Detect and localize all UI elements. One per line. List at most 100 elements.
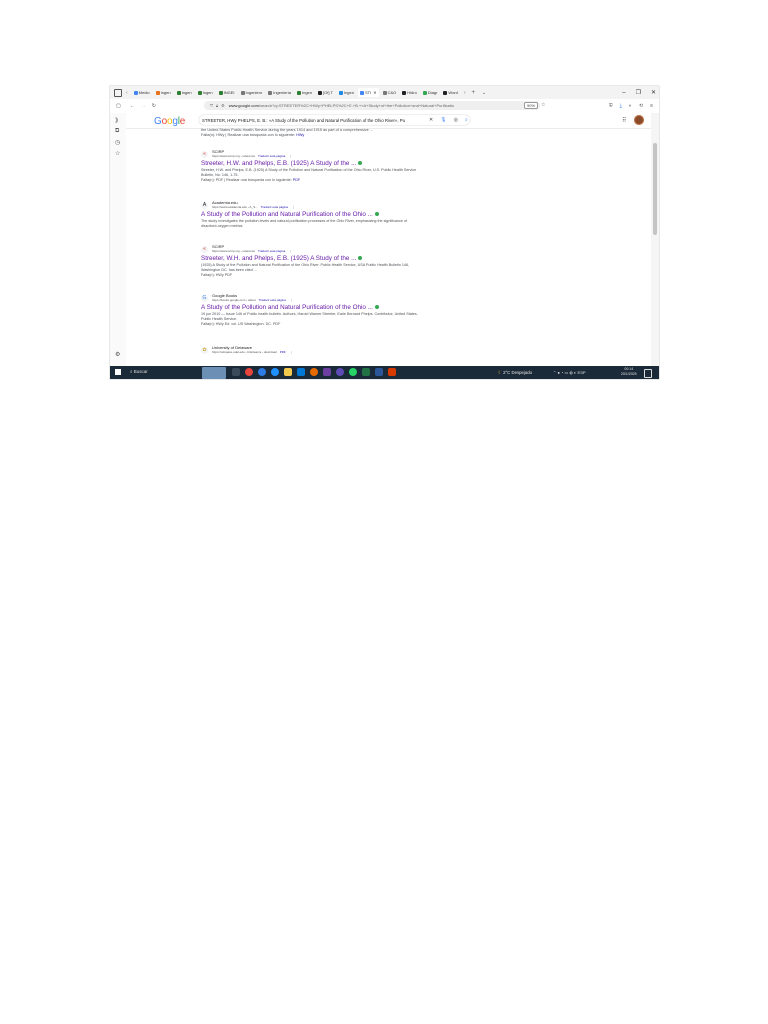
weather-widget[interactable]: ☾ 2°C Despejado bbox=[498, 370, 532, 376]
lock-icon[interactable]: 🔒︎ bbox=[216, 103, 218, 108]
tab[interactable]: Ingen bbox=[295, 88, 314, 97]
notifications-icon[interactable] bbox=[644, 369, 652, 378]
tab-favicon-icon bbox=[359, 90, 364, 95]
missing-link[interactable]: PDF bbox=[293, 178, 300, 182]
menu-icon[interactable]: ≡ bbox=[650, 103, 653, 109]
avatar[interactable] bbox=[634, 115, 644, 125]
store-icon[interactable] bbox=[297, 368, 305, 376]
result-source[interactable]: «SCIRP https://www.scirp.org › reference T… bbox=[201, 244, 421, 253]
microphone-icon[interactable]: 🎙︎ bbox=[440, 117, 446, 123]
missing-link[interactable]: HWy bbox=[296, 133, 304, 137]
tab-scroll-right-icon[interactable]: › bbox=[464, 90, 466, 96]
brave-icon[interactable] bbox=[245, 368, 253, 376]
tab-label: Ingen bbox=[343, 90, 354, 95]
word-icon[interactable] bbox=[375, 368, 383, 376]
tab[interactable]: Ingen bbox=[196, 88, 215, 97]
tab[interactable]: INGEI bbox=[217, 88, 237, 97]
translate-link[interactable]: Traducir esta página bbox=[261, 205, 288, 209]
teams-icon[interactable] bbox=[323, 368, 331, 376]
restore-icon[interactable]: ❐ bbox=[636, 89, 641, 96]
favorites-icon[interactable]: ☆ bbox=[115, 150, 120, 157]
more-options-icon[interactable]: ⋮ bbox=[290, 350, 293, 354]
result-source[interactable]: ✿ University of Delaware https://udspace.u… bbox=[201, 345, 421, 354]
tab[interactable]: Medio bbox=[132, 88, 152, 97]
language-indicator[interactable]: ESP bbox=[578, 370, 586, 375]
search-icon[interactable]: ⌕ bbox=[465, 117, 468, 123]
clear-icon[interactable]: ✕ bbox=[429, 117, 433, 123]
shield-extension-icon[interactable]: ⛨ bbox=[609, 103, 613, 109]
close-tab-icon[interactable]: ✕ bbox=[373, 90, 376, 95]
tab[interactable]: Ingen bbox=[337, 88, 356, 97]
system-tray[interactable]: ⌃ ● ◔ ▭ ◍ 🔈︎ ESP bbox=[553, 370, 586, 375]
tab[interactable]: Hidro bbox=[400, 88, 419, 97]
reload-icon[interactable]: ↻ bbox=[152, 103, 156, 109]
windows-start-icon[interactable] bbox=[115, 369, 121, 375]
shield-icon[interactable]: ⛉ bbox=[210, 103, 213, 108]
acrobat-icon[interactable] bbox=[388, 368, 396, 376]
address-bar[interactable]: ⛉ 🔒︎ ⚙ www.google.com /search?q=STREETER… bbox=[204, 101, 540, 110]
zoom-level[interactable]: 90% bbox=[524, 102, 539, 109]
result-source[interactable]: G Google Books https://books.google.com › … bbox=[201, 293, 421, 302]
file-explorer-icon[interactable] bbox=[284, 368, 292, 376]
tab[interactable]: Ingeniería bbox=[266, 88, 293, 97]
more-options-icon[interactable]: ⋮ bbox=[290, 298, 293, 302]
extensions-icon[interactable]: ⟲ bbox=[639, 103, 643, 109]
tab[interactable]: Ingeniero bbox=[239, 88, 265, 97]
bookmark-star-icon[interactable]: ☆ bbox=[541, 102, 545, 108]
tab-scroll-left-icon[interactable]: ‹ bbox=[126, 90, 128, 96]
download-icon[interactable]: ⤓ bbox=[620, 103, 622, 109]
firefox-icon[interactable] bbox=[310, 368, 318, 376]
ai-icon[interactable]: ⟫ bbox=[115, 117, 118, 124]
result-title-link[interactable]: A Study of the Pollution and Natural Pur… bbox=[201, 304, 421, 312]
tab[interactable]: C&O bbox=[381, 88, 399, 97]
more-options-icon[interactable]: ⋮ bbox=[289, 249, 292, 253]
settings-icon[interactable]: ⚙ bbox=[115, 351, 120, 358]
tab-favicon-icon bbox=[197, 90, 202, 95]
tab[interactable]: Ingen bbox=[154, 88, 173, 97]
back-icon[interactable]: ← bbox=[130, 103, 135, 109]
translate-link[interactable]: PDF bbox=[280, 350, 286, 354]
tab[interactable]: Diagr bbox=[421, 88, 440, 97]
close-window-icon[interactable]: ✕ bbox=[651, 89, 656, 96]
tab-list-dropdown-icon[interactable]: ⌄ bbox=[482, 90, 486, 96]
result-title-link[interactable]: Streeter, H.W. and Phelps, E.B. (1925) A… bbox=[201, 160, 421, 168]
excel-icon[interactable] bbox=[362, 368, 370, 376]
translate-link[interactable]: Traducir esta página bbox=[259, 298, 286, 302]
chrome-icon[interactable] bbox=[271, 368, 279, 376]
translate-link[interactable]: Traducir esta página bbox=[258, 154, 285, 158]
taskbar-search[interactable]: ⌕ Buscar bbox=[130, 369, 148, 374]
result-title-link[interactable]: Streeter, W.H. and Phelps, E.B. (1925) A… bbox=[201, 255, 421, 263]
scrollbar-thumb[interactable] bbox=[653, 143, 657, 235]
result-title-text: A Study of the Pollution and Natural Pur… bbox=[201, 211, 373, 218]
tab[interactable]: [Of] T bbox=[316, 88, 335, 97]
tab[interactable]: STI ✕ bbox=[357, 88, 379, 97]
result-snippet: (1925) A Study of the Pollution and Natu… bbox=[201, 263, 410, 272]
taskbar-widget-image[interactable] bbox=[202, 367, 226, 379]
google-apps-icon[interactable]: ⠿ bbox=[622, 117, 626, 124]
result-source[interactable]: A Academia.edu https://www.academia.edu › … bbox=[201, 200, 421, 209]
workspaces-icon[interactable] bbox=[114, 88, 122, 97]
new-tab-icon[interactable]: + bbox=[472, 90, 476, 96]
whatsapp-icon[interactable] bbox=[349, 368, 357, 376]
google-logo[interactable]: Google bbox=[154, 116, 185, 127]
vpn-icon[interactable]: ◐ bbox=[629, 103, 632, 109]
edge-icon[interactable] bbox=[258, 368, 266, 376]
minimize-icon[interactable]: – bbox=[622, 90, 625, 96]
translate-link[interactable]: Traducir esta página bbox=[258, 249, 285, 253]
result-title-link[interactable]: A Study of the Pollution and Natural Pur… bbox=[201, 211, 421, 219]
page-scrollbar[interactable] bbox=[651, 113, 659, 366]
tabs-icon[interactable]: ⧉ bbox=[115, 128, 119, 135]
sidebar-toggle-icon[interactable]: ▢ bbox=[116, 103, 121, 109]
more-options-icon[interactable]: ⋮ bbox=[289, 154, 292, 158]
result-source[interactable]: «SCIRP https://www.scirp.org › reference T… bbox=[201, 149, 421, 158]
more-options-icon[interactable]: ⋮ bbox=[292, 205, 295, 209]
forward-icon[interactable]: → bbox=[141, 103, 146, 109]
app-icon[interactable] bbox=[336, 368, 344, 376]
task-view-icon[interactable] bbox=[232, 368, 240, 376]
clock[interactable]: 00:14 20/1/2025 bbox=[621, 367, 637, 377]
site-info-icon[interactable]: ⚙ bbox=[221, 103, 225, 108]
history-icon[interactable]: ◷ bbox=[115, 139, 120, 146]
tab[interactable]: Ingen bbox=[175, 88, 194, 97]
lens-icon[interactable]: ◎ bbox=[454, 117, 458, 123]
tab[interactable]: Word bbox=[441, 88, 459, 97]
